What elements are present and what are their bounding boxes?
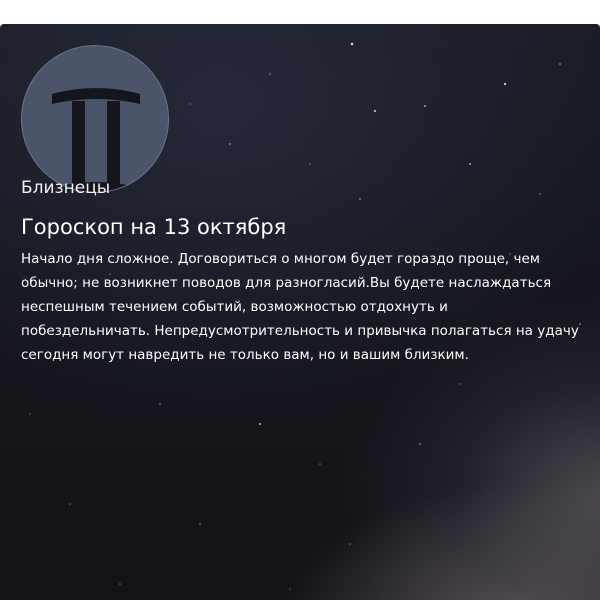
gemini-icon [52,88,140,192]
horoscope-card: Близнецы Гороскоп на 13 октября Начало д… [0,24,600,600]
sign-emblem [21,45,169,193]
horoscope-text: Начало дня сложное. Договориться о много… [21,251,579,363]
horoscope-title: Гороскоп на 13 октября [21,215,287,239]
sign-name: Близнецы [21,178,111,198]
